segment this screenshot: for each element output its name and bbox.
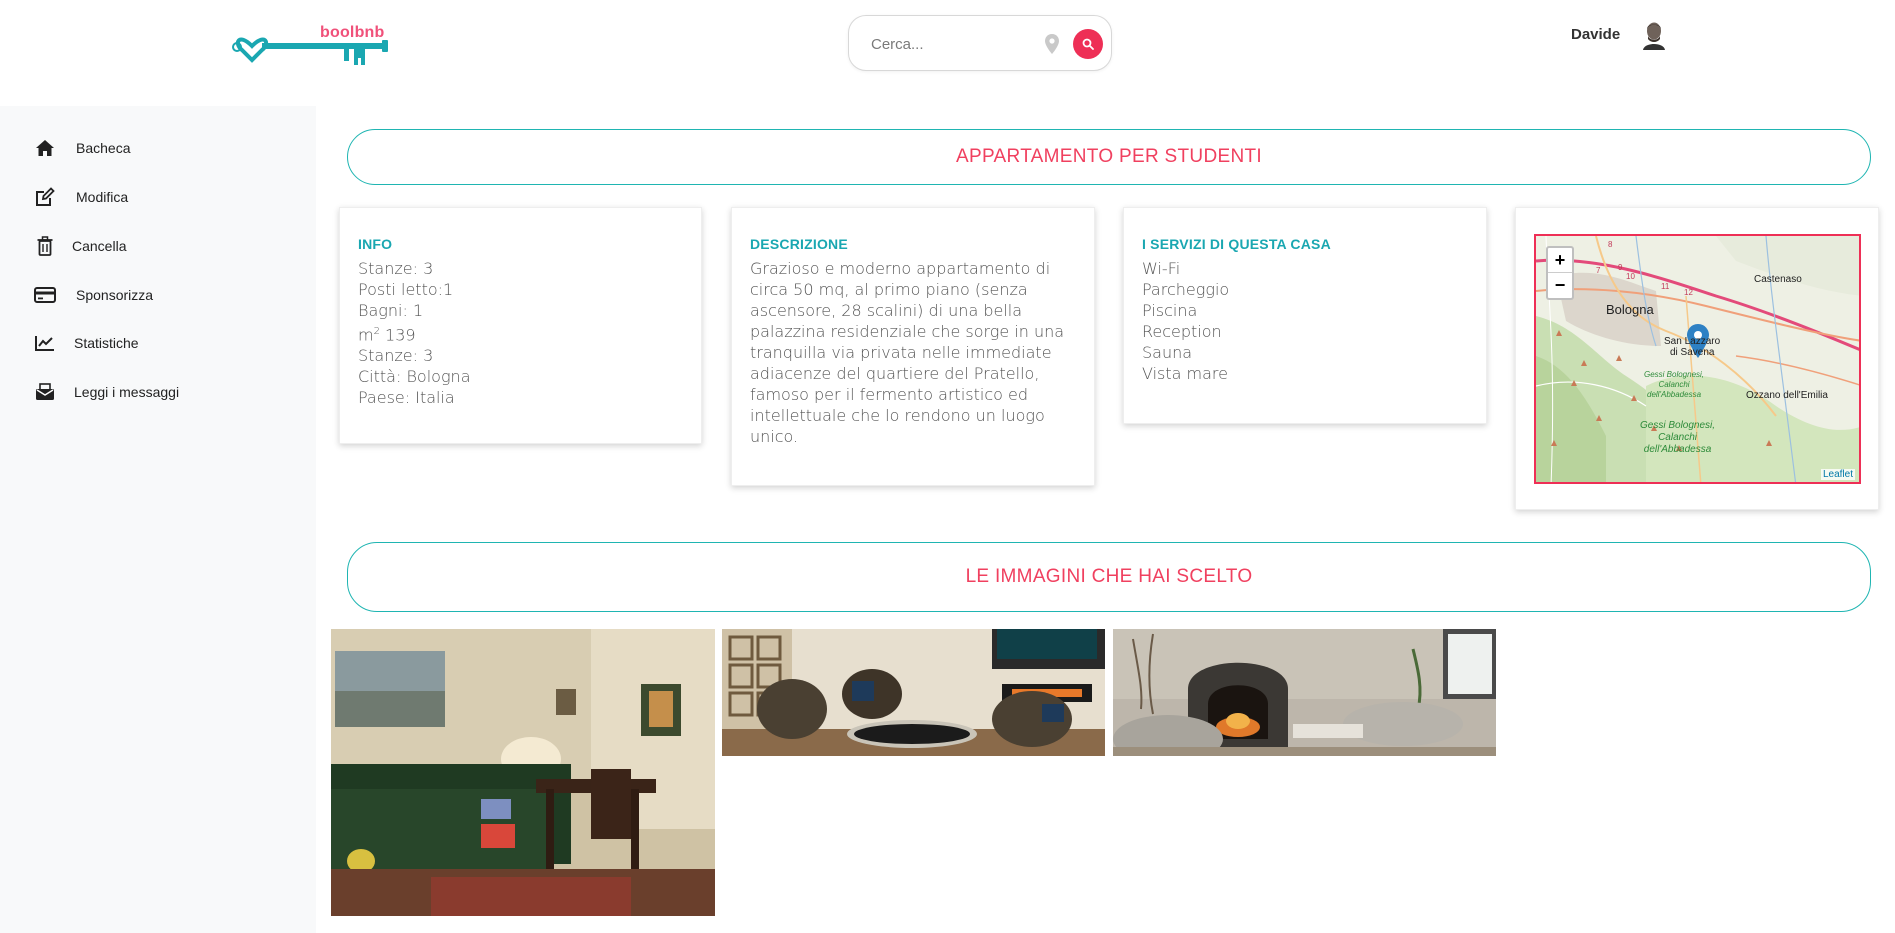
home-icon bbox=[34, 137, 56, 159]
page-title: APPARTAMENTO PER STUDENTI bbox=[956, 146, 1262, 167]
service-item: Sauna bbox=[1142, 343, 1193, 362]
map-card: Bologna Castenaso San Lazzaro di Savena … bbox=[1515, 207, 1879, 510]
description-text: Grazioso e moderno appartamento di circa… bbox=[750, 259, 1065, 446]
sidebar-item-sponsorizza[interactable]: Sponsorizza bbox=[34, 282, 153, 308]
map-attribution[interactable]: Leaflet bbox=[1820, 469, 1855, 480]
mail-bulk-icon bbox=[34, 381, 56, 403]
zoom-out-button[interactable]: − bbox=[1548, 273, 1572, 298]
map-label-line: Gessi Bolognesi, bbox=[1640, 420, 1716, 431]
user-name[interactable]: Davide bbox=[1571, 26, 1620, 43]
apartment-photo[interactable] bbox=[722, 629, 1105, 756]
sidebar-item-label: Statistiche bbox=[74, 335, 139, 351]
map-road-label: 8 bbox=[1608, 240, 1613, 249]
map-label-gessi-b: Gessi Bolognesi, Calanchi dell'Abbadessa bbox=[1640, 420, 1715, 456]
images-section-title: LE IMMAGINI CHE HAI SCELTO bbox=[965, 566, 1253, 587]
search-bar bbox=[848, 15, 1112, 71]
sidebar-item-label: Leggi i messaggi bbox=[74, 384, 180, 400]
map-label-castenaso: Castenaso bbox=[1754, 274, 1802, 285]
description-heading: DESCRIZIONE bbox=[750, 236, 848, 252]
sidebar-item-bacheca[interactable]: Bacheca bbox=[34, 135, 130, 161]
images-title-bar: LE IMMAGINI CHE HAI SCELTO bbox=[347, 542, 1871, 612]
service-item: Vista mare bbox=[1142, 364, 1228, 383]
info-country: Paese: Italia bbox=[358, 388, 455, 408]
service-item: Parcheggio bbox=[1142, 280, 1230, 299]
sidebar-item-cancella[interactable]: Cancella bbox=[34, 233, 126, 259]
sidebar-item-statistiche[interactable]: Statistiche bbox=[34, 330, 139, 356]
map-road-label: 11 bbox=[1661, 282, 1670, 291]
info-sqm: m2 139 bbox=[358, 321, 683, 345]
apartment-photo[interactable] bbox=[331, 629, 715, 916]
map-road-label: 12 bbox=[1684, 288, 1693, 297]
search-icon bbox=[1082, 38, 1094, 50]
service-item: Piscina bbox=[1142, 301, 1198, 320]
logo-text: boolbnb bbox=[320, 24, 385, 41]
service-item: Reception bbox=[1142, 322, 1222, 341]
apartment-photo[interactable] bbox=[1113, 629, 1496, 756]
trash-icon bbox=[34, 235, 56, 257]
map-label-san-lazzaro-2: di Savena bbox=[1670, 347, 1715, 358]
map-zoom-control: + − bbox=[1546, 246, 1574, 300]
sidebar: Bacheca Modifica Cancella Sponsorizza St… bbox=[0, 106, 316, 933]
description-card: DESCRIZIONE Grazioso e moderno appartame… bbox=[731, 207, 1095, 486]
sidebar-item-modifica[interactable]: Modifica bbox=[34, 184, 128, 210]
zoom-in-button[interactable]: + bbox=[1548, 248, 1572, 273]
info-rooms-2: Stanze: 3 bbox=[358, 346, 434, 366]
map-label-san-lazzaro: San Lazzaro bbox=[1664, 336, 1721, 347]
info-baths: Bagni: 1 bbox=[358, 301, 424, 320]
sqm-unit: m bbox=[358, 325, 374, 345]
logo[interactable]: boolbnb bbox=[232, 22, 392, 72]
info-beds: Posti letto:1 bbox=[358, 280, 454, 299]
living-room-photo-icon bbox=[331, 629, 715, 916]
map-road-label: 9 bbox=[1618, 263, 1623, 272]
sidebar-item-label: Cancella bbox=[72, 238, 127, 254]
sqm-value: 139 bbox=[379, 325, 416, 345]
chart-line-icon bbox=[34, 332, 56, 354]
map-label-gessi-a: Gessi Bolognesi, Calanchi dell'Abbadessa bbox=[1644, 370, 1704, 400]
sidebar-item-label: Bacheca bbox=[76, 140, 131, 156]
lounge-photo-icon bbox=[722, 629, 1105, 756]
map-pin-icon bbox=[1045, 34, 1059, 54]
edit-icon bbox=[34, 186, 56, 208]
sidebar-item-messaggi[interactable]: Leggi i messaggi bbox=[34, 379, 179, 405]
map-road-label: 7 bbox=[1596, 266, 1601, 275]
map-label-ozzano: Ozzano dell'Emilia bbox=[1746, 390, 1828, 401]
fireplace-room-photo-icon bbox=[1113, 629, 1496, 756]
services-card: I SERVIZI DI QUESTA CASA Wi-Fi Parcheggi… bbox=[1123, 207, 1487, 424]
map-label-bologna: Bologna bbox=[1606, 302, 1654, 317]
info-heading: INFO bbox=[358, 236, 393, 252]
info-city: Città: Bologna bbox=[358, 367, 471, 387]
map-label-line: Gessi Bolognesi, bbox=[1644, 370, 1705, 379]
map[interactable]: Bologna Castenaso San Lazzaro di Savena … bbox=[1534, 234, 1861, 484]
credit-card-icon bbox=[34, 284, 56, 306]
service-item: Wi-Fi bbox=[1142, 259, 1181, 278]
services-heading: I SERVIZI DI QUESTA CASA bbox=[1142, 236, 1331, 252]
map-label-line: Calanchi bbox=[1658, 432, 1697, 443]
sidebar-item-label: Modifica bbox=[76, 189, 129, 205]
sidebar-item-label: Sponsorizza bbox=[76, 287, 154, 303]
map-label-line: Calanchi bbox=[1658, 380, 1690, 389]
map-label-line: dell'Abbadessa bbox=[1643, 444, 1712, 455]
info-rooms: Stanze: 3 bbox=[358, 259, 434, 278]
map-road-label: 10 bbox=[1626, 272, 1635, 281]
apartment-title-bar: APPARTAMENTO PER STUDENTI bbox=[347, 129, 1871, 185]
search-input[interactable] bbox=[871, 32, 1021, 56]
map-label-line: dell'Abbadessa bbox=[1647, 390, 1702, 399]
avatar[interactable] bbox=[1640, 20, 1668, 50]
info-card: INFO Stanze: 3 Posti letto:1 Bagni: 1 m2… bbox=[339, 207, 702, 444]
search-button[interactable] bbox=[1073, 29, 1103, 59]
user-avatar-icon bbox=[1640, 20, 1668, 50]
top-header: boolbnb Davide bbox=[0, 0, 1895, 106]
